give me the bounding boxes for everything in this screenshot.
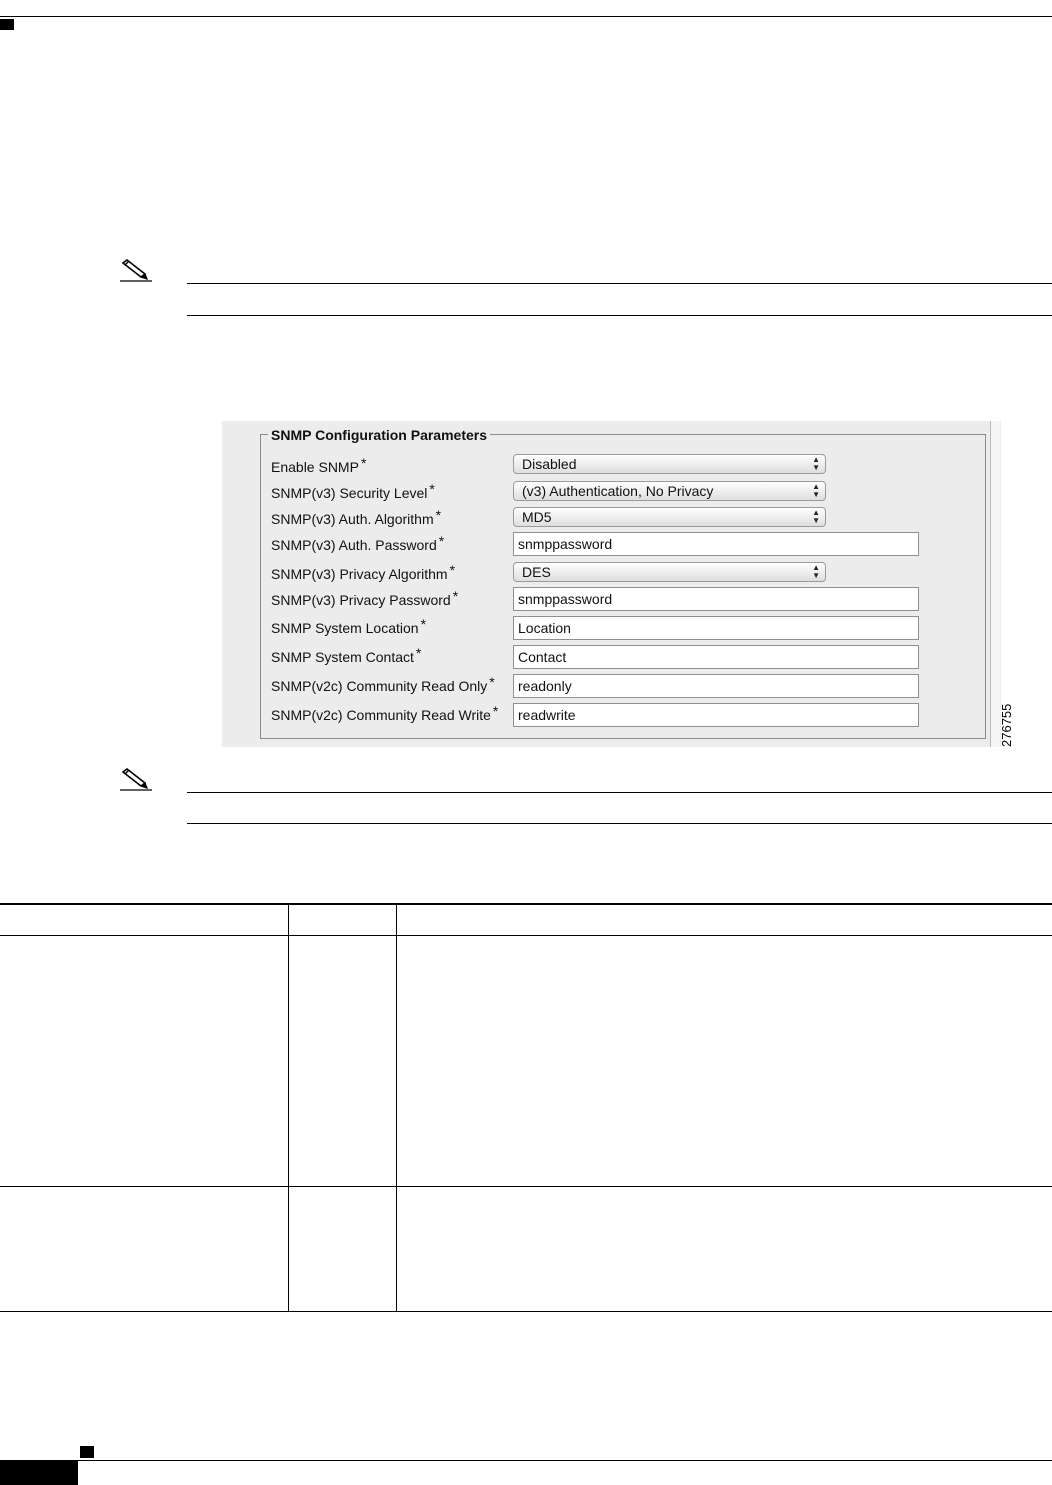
table-column-divider	[396, 903, 397, 1312]
pencil-note-icon	[120, 258, 152, 282]
system-location-label: SNMP System Location *	[271, 616, 427, 636]
community-read-only-field[interactable]: readonly	[513, 674, 919, 698]
footer-page-tab	[0, 1461, 78, 1485]
privacy-password-field[interactable]: snmppassword	[513, 587, 919, 611]
fieldset-legend: SNMP Configuration Parameters	[268, 427, 491, 443]
community-read-only-label: SNMP(v2c) Community Read Only *	[271, 674, 495, 694]
community-read-write-field[interactable]: readwrite	[513, 703, 919, 727]
note-bottom-rule	[187, 823, 1052, 824]
privacy-algorithm-select[interactable]: DES ▲ ▼	[513, 562, 826, 582]
header-marker	[0, 19, 14, 30]
auth-password-field[interactable]: snmppassword	[513, 532, 919, 556]
note-top-rule	[187, 283, 1052, 284]
security-level-select[interactable]: (v3) Authentication, No Privacy ▲ ▼	[513, 481, 826, 501]
auth-algorithm-select[interactable]: MD5 ▲ ▼	[513, 507, 826, 527]
up-down-arrows-icon: ▲ ▼	[812, 508, 820, 525]
system-contact-label: SNMP System Contact *	[271, 645, 422, 665]
auth-password-label: SNMP(v3) Auth. Password *	[271, 533, 445, 553]
auth-algorithm-label: SNMP(v3) Auth. Algorithm *	[271, 507, 442, 527]
footer-marker	[80, 1446, 94, 1458]
privacy-password-label: SNMP(v3) Privacy Password *	[271, 588, 459, 608]
pencil-note-icon	[120, 767, 152, 791]
note-top-rule	[187, 792, 1052, 793]
note-bottom-rule	[187, 315, 1052, 316]
figure-number: 276755	[999, 703, 1014, 747]
security-level-label: SNMP(v3) Security Level *	[271, 481, 435, 501]
community-read-write-label: SNMP(v2c) Community Read Write *	[271, 703, 499, 723]
enable-snmp-label: Enable SNMP *	[271, 455, 367, 475]
table-header-rule	[0, 935, 1052, 936]
up-down-arrows-icon: ▲ ▼	[812, 455, 820, 472]
system-location-field[interactable]: Location	[513, 616, 919, 640]
header-rule	[0, 16, 1052, 17]
table-top-rule	[0, 903, 1052, 905]
table-column-divider	[288, 903, 289, 1312]
figure-scrollbar	[990, 421, 1000, 747]
system-contact-field[interactable]: Contact	[513, 645, 919, 669]
up-down-arrows-icon: ▲ ▼	[812, 563, 820, 580]
footer-rule	[0, 1460, 1052, 1461]
privacy-algorithm-label: SNMP(v3) Privacy Algorithm *	[271, 562, 456, 582]
up-down-arrows-icon: ▲ ▼	[812, 482, 820, 499]
table-row-rule	[0, 1186, 1052, 1187]
table-bottom-rule	[0, 1311, 1052, 1312]
enable-snmp-select[interactable]: Disabled ▲ ▼	[513, 454, 826, 474]
